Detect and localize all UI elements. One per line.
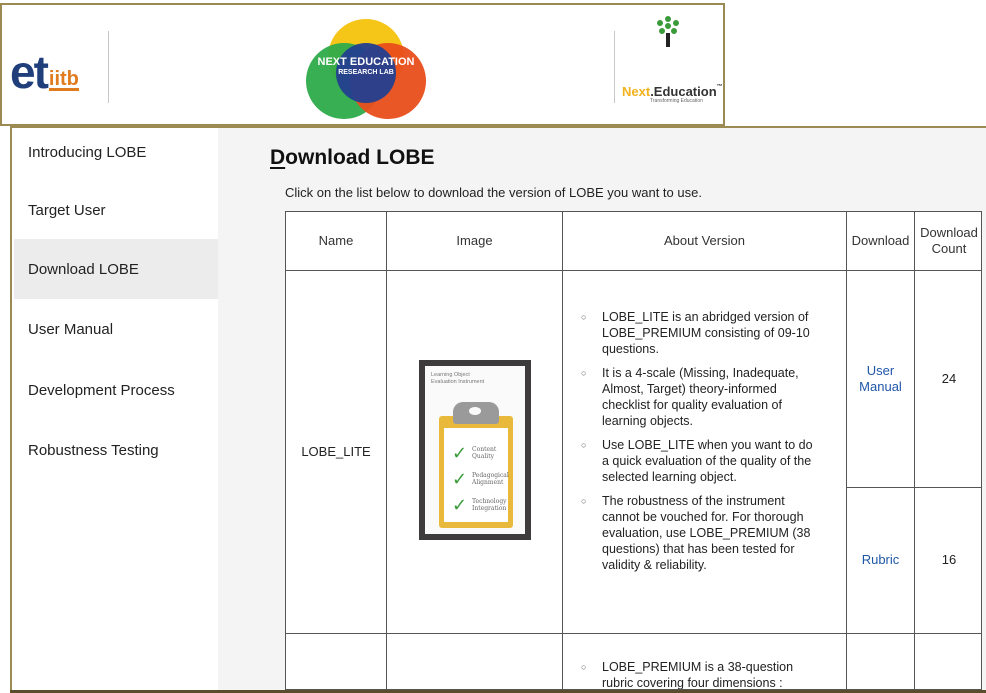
page-title-rest: ownload LOBE [285, 146, 435, 169]
clipboard-title-line2: Evaluation Instrument [431, 379, 485, 385]
clipboard-sheet: ✓ Content Quality ✓ Pedagogical Alignment … [444, 428, 509, 522]
lobe-lite-image: Learning Object Evaluation Instrument ✓ … [419, 360, 531, 540]
clipboard-board: ✓ Content Quality ✓ Pedagogical Alignment … [439, 416, 513, 528]
header-about-version: About Version [664, 232, 745, 248]
download-table: Name Image About Version Download Downlo… [285, 211, 982, 690]
table-col-divider [386, 212, 387, 689]
ne-tagline: Transforming Education [650, 98, 703, 104]
tree-icon [657, 16, 679, 47]
rubric-download-link[interactable]: Rubric [847, 488, 914, 633]
user-manual-link-line1[interactable]: User [867, 363, 894, 379]
clipboard-item: ✓ Technology Integration [452, 496, 507, 514]
list-item: LOBE_LITE is an abridged version of LOBE… [576, 309, 816, 357]
clipboard-item-label: Pedagogical Alignment [472, 472, 509, 486]
sidebar-item-development-process[interactable]: Development Process [14, 360, 218, 420]
header-name: Name [318, 232, 354, 248]
ne-logo-tm: ™ [716, 84, 723, 90]
clipboard-item-line1: Content [472, 446, 497, 453]
header-banner: et iitb NEXT EDUCATION RESEARCH LAB Next… [0, 3, 725, 126]
frame-line-left [10, 126, 12, 693]
iitb-logo-text: iitb [48, 68, 79, 91]
clipboard-item-line1: Pedagogical [472, 472, 509, 479]
lab-logo-label: NEXT EDUCATION RESEARCH LAB [302, 56, 430, 76]
clipboard-title-line1: Learning Object [431, 372, 470, 378]
header-divider [108, 31, 109, 103]
header-count-line1: Download [920, 224, 978, 240]
list-item: LOBE_PREMIUM is a 38-question rubric cov… [576, 659, 816, 689]
user-manual-download-count: 24 [941, 370, 957, 386]
checkmark-icon: ✓ [452, 495, 468, 515]
list-item: It is a 4-scale (Missing, Inadequate, Al… [576, 365, 816, 429]
about-version-list: LOBE_LITE is an abridged version of LOBE… [576, 309, 816, 581]
header-count-line2: Count [931, 241, 967, 256]
table-row-divider [286, 633, 981, 634]
about-version-list: LOBE_PREMIUM is a 38-question rubric cov… [576, 659, 816, 689]
header-divider [614, 31, 615, 103]
lab-logo-line1: NEXT EDUCATION [317, 56, 415, 68]
header-image: Image [456, 232, 493, 248]
page-title: Download LOBE [270, 146, 435, 170]
sidebar-item-download-lobe[interactable]: Download LOBE [14, 239, 218, 299]
page-title-first-letter: D [270, 146, 286, 169]
et-iitb-logo[interactable]: et iitb [10, 49, 79, 95]
header-download: Download [851, 232, 910, 248]
sidebar-item-target-user[interactable]: Target User [14, 180, 218, 240]
main-content: Download LOBE Click on the list below to… [218, 128, 986, 690]
clipboard-item-line2: Integration [472, 505, 507, 512]
list-item: Use LOBE_LITE when you want to do a quic… [576, 437, 816, 485]
clipboard-item-label: Technology Integration [472, 498, 507, 512]
checkmark-icon: ✓ [452, 469, 468, 489]
checkmark-icon: ✓ [452, 443, 468, 463]
clipboard-item-line2: Quality [472, 453, 494, 460]
clipboard-item: ✓ Content Quality [452, 444, 496, 462]
user-manual-link-line2[interactable]: Manual [859, 379, 902, 395]
user-manual-download-link[interactable]: User Manual [847, 271, 914, 487]
sidebar-nav: Introducing LOBE Target User Download LO… [14, 128, 218, 690]
clipboard-item-line2: Alignment [472, 479, 504, 486]
clipboard-item-line1: Technology [472, 498, 507, 505]
sidebar-item-robustness-testing[interactable]: Robustness Testing [14, 420, 218, 480]
lab-logo-line2: RESEARCH LAB [338, 68, 394, 76]
clipboard-title: Learning Object Evaluation Instrument [431, 372, 484, 386]
next-education-wordmark: Next.Education™ [622, 84, 723, 99]
ne-logo-part1: Next [622, 84, 651, 99]
clipboard-item: ✓ Pedagogical Alignment [452, 470, 509, 488]
clipboard-item-label: Content Quality [472, 446, 496, 460]
sidebar-item-introducing-lobe[interactable]: Introducing LOBE [14, 122, 218, 182]
clipboard-clip-icon [453, 402, 499, 424]
next-education-research-lab-logo[interactable]: NEXT EDUCATION RESEARCH LAB [302, 19, 430, 119]
intro-text: Click on the list below to download the … [285, 185, 702, 200]
header-download-count: Download Count [915, 212, 981, 270]
rubric-download-count: 16 [941, 552, 957, 568]
clipboard-paper: Learning Object Evaluation Instrument ✓ … [425, 366, 525, 534]
table-row-name: LOBE_LITE [301, 443, 371, 459]
list-item: The robustness of the instrument cannot … [576, 493, 816, 573]
next-education-logo[interactable]: Next.Education™ Transforming Education [622, 16, 723, 104]
et-logo-text: et [10, 46, 49, 98]
ne-logo-part2: .Education [650, 84, 717, 99]
table-col-divider [562, 212, 563, 689]
sidebar-item-user-manual[interactable]: User Manual [14, 299, 218, 359]
